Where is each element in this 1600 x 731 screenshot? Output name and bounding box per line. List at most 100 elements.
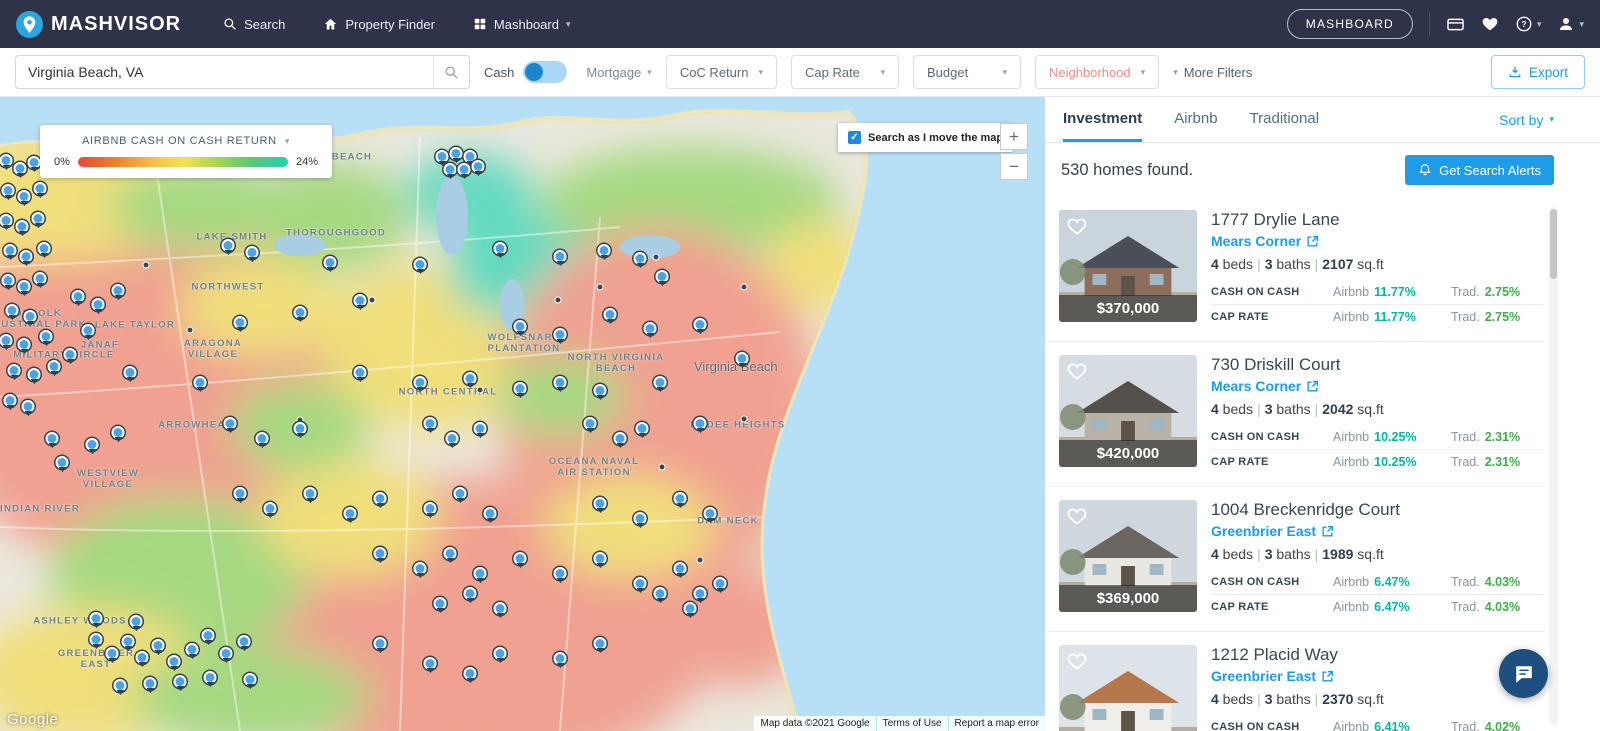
map-pin[interactable] <box>714 577 727 590</box>
map-pin[interactable] <box>474 567 487 580</box>
property-card[interactable]: 1212 Placid Way Greenbrier East 4 beds|3… <box>1047 632 1545 731</box>
map-pin[interactable] <box>654 376 667 389</box>
map-pin[interactable] <box>40 330 53 343</box>
budget-filter[interactable]: Budget▾ <box>913 55 1021 89</box>
map-pin[interactable] <box>234 316 247 329</box>
map-pin[interactable] <box>8 364 21 377</box>
map-pin[interactable] <box>484 507 497 520</box>
property-photo[interactable] <box>1059 645 1197 731</box>
map-pin[interactable] <box>514 552 527 565</box>
map-pin[interactable] <box>414 258 427 271</box>
map-pin[interactable] <box>436 150 449 163</box>
map-pin[interactable] <box>554 567 567 580</box>
map-pin[interactable] <box>674 492 687 505</box>
map-pin[interactable] <box>594 552 607 565</box>
map-pin[interactable] <box>46 432 59 445</box>
zoom-out-button[interactable]: − <box>1000 153 1028 180</box>
terms-of-use-link[interactable]: Terms of Use <box>877 716 948 731</box>
nav-mashboard[interactable]: Mashboard ▾ <box>473 17 571 32</box>
map-pin[interactable] <box>554 250 567 263</box>
property-photo[interactable]: $369,000 <box>1059 500 1197 612</box>
map-pin[interactable] <box>56 456 69 469</box>
map-pin[interactable] <box>374 637 387 650</box>
map-pin[interactable] <box>72 290 85 303</box>
map-pin[interactable] <box>614 432 627 445</box>
map-pin[interactable] <box>224 417 237 430</box>
neighborhood-link[interactable]: Greenbrier East <box>1211 523 1543 539</box>
map-pin[interactable] <box>594 384 607 397</box>
map-pin[interactable] <box>136 651 149 664</box>
map-pin[interactable] <box>444 163 457 176</box>
property-address[interactable]: 730 Driskill Court <box>1211 355 1543 375</box>
map-pin[interactable] <box>414 376 427 389</box>
map-pin[interactable] <box>16 220 29 233</box>
map-pin[interactable] <box>64 348 77 361</box>
map-pin[interactable] <box>294 422 307 435</box>
map-pin[interactable] <box>14 162 27 175</box>
map-pin[interactable] <box>656 270 669 283</box>
map-pin[interactable] <box>2 184 15 197</box>
map-canvas[interactable]: BEACHLAKE SMITHTHOROUGHGOODNORTHWESTNORF… <box>0 97 1045 731</box>
map-pin[interactable] <box>2 274 15 287</box>
favorite-heart-icon[interactable] <box>1066 215 1088 237</box>
map-pin[interactable] <box>90 612 103 625</box>
billing-card-icon[interactable] <box>1446 15 1465 34</box>
neighborhood-filter[interactable]: Neighborhood▾ <box>1035 55 1159 89</box>
map-pin[interactable] <box>0 214 13 227</box>
map-pin[interactable] <box>234 487 247 500</box>
map-pin[interactable] <box>450 147 463 160</box>
tab-investment[interactable]: Investment <box>1063 97 1142 142</box>
scrollbar-thumb[interactable] <box>1550 209 1557 279</box>
map-pin[interactable] <box>414 562 427 575</box>
map-pin[interactable] <box>90 633 103 646</box>
favorites-heart-icon[interactable] <box>1481 15 1499 33</box>
favorite-heart-icon[interactable] <box>1066 360 1088 382</box>
map-pin[interactable] <box>112 426 125 439</box>
map-pin[interactable] <box>222 239 235 252</box>
map-pin[interactable] <box>0 334 13 347</box>
map-pin[interactable] <box>634 512 647 525</box>
map-pin[interactable] <box>174 675 187 688</box>
map-pin[interactable] <box>444 547 457 560</box>
map-pin[interactable] <box>18 338 31 351</box>
map-pin[interactable] <box>454 487 467 500</box>
zoom-in-button[interactable]: + <box>1000 123 1028 150</box>
map-pin[interactable] <box>294 306 307 319</box>
nav-property-finder[interactable]: Property Finder <box>323 17 435 32</box>
map-pin[interactable] <box>4 394 17 407</box>
get-search-alerts-button[interactable]: Get Search Alerts <box>1405 155 1554 185</box>
map-pin[interactable] <box>434 597 447 610</box>
map-pin[interactable] <box>4 244 17 257</box>
map-pin[interactable] <box>0 154 13 167</box>
map-pin[interactable] <box>694 318 707 331</box>
map-pin[interactable] <box>554 328 567 341</box>
map-pin[interactable] <box>238 635 251 648</box>
map-pin[interactable] <box>264 502 277 515</box>
cash-mortgage-toggle[interactable] <box>523 61 567 83</box>
map-pin[interactable] <box>704 507 717 520</box>
mortgage-dropdown[interactable]: Mortgage ▾ <box>586 65 651 80</box>
location-search-input[interactable] <box>16 56 433 88</box>
map-pin[interactable] <box>634 252 647 265</box>
map-pin[interactable] <box>106 647 119 660</box>
map-pin[interactable] <box>28 156 41 169</box>
map-pin[interactable] <box>464 372 477 385</box>
map-pin[interactable] <box>354 294 367 307</box>
sort-by-dropdown[interactable]: Sort by ▾ <box>1499 97 1554 142</box>
map-pin[interactable] <box>168 655 181 668</box>
map-pin[interactable] <box>554 376 567 389</box>
map-pin[interactable] <box>6 304 19 317</box>
report-map-error-link[interactable]: Report a map error <box>949 716 1045 731</box>
map-pin[interactable] <box>514 320 527 333</box>
map-pin[interactable] <box>594 497 607 510</box>
property-photo[interactable]: $370,000 <box>1059 210 1197 322</box>
neighborhood-link[interactable]: Mears Corner <box>1211 233 1543 249</box>
property-address[interactable]: 1004 Breckenridge Court <box>1211 500 1543 520</box>
map-pin[interactable] <box>144 677 157 690</box>
map-pin[interactable] <box>194 376 207 389</box>
map-pin[interactable] <box>594 637 607 650</box>
property-photo[interactable]: $420,000 <box>1059 355 1197 467</box>
map-pin[interactable] <box>472 160 485 173</box>
map-pin[interactable] <box>694 417 707 430</box>
map-pin[interactable] <box>554 652 567 665</box>
